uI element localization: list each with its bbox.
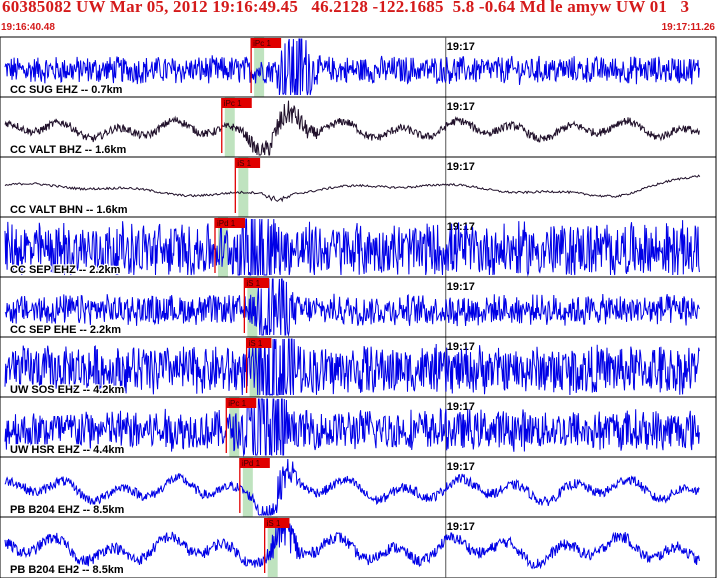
pick-label: iPc 1 xyxy=(228,399,246,408)
minute-tick-label: 19:17 xyxy=(447,41,475,53)
window-start-time: 19:16:40.48 xyxy=(1,22,55,33)
minute-tick-label: 19:17 xyxy=(447,341,475,353)
waveform-trace xyxy=(4,518,700,570)
minute-tick-label: 19:17 xyxy=(447,281,475,293)
channel-label: PB B204 EH2 -- 8.5km xyxy=(10,564,124,576)
pick-label: iS 1 xyxy=(246,279,260,288)
channel-label: CC VALT BHZ -- 1.6km xyxy=(10,144,127,156)
channel-label: UW SOS EHZ -- 4.2km xyxy=(10,384,125,396)
channel-label: UW HSR EHZ -- 4.4km xyxy=(10,444,125,456)
traces xyxy=(4,38,701,570)
pick-label: iPd 1 xyxy=(217,219,236,228)
channel-label: CC VALT BHN -- 1.6km xyxy=(10,204,128,216)
seismogram-plot: 19:17 19:17 19:17 19:17 19:17 19:17 19:17 19:17… xyxy=(0,36,717,578)
channel-label: CC SEP EHZ -- 2.2km xyxy=(10,264,121,276)
pick-label: iS 1 xyxy=(249,339,263,348)
channel-label: CC SEP EHE -- 2.2km xyxy=(10,324,121,336)
channel-label: CC SUG EHZ -- 0.7km xyxy=(10,84,123,96)
minute-tick-label: 19:17 xyxy=(447,461,475,473)
pick-label: iS 1 xyxy=(237,159,251,168)
event-header-title: 60385082 UW Mar 05, 2012 19:16:49.45 46.… xyxy=(2,0,690,16)
pick-label: iPd 1 xyxy=(242,459,261,468)
pick-label: iPc 1 xyxy=(224,99,242,108)
pick-label: iPc 1 xyxy=(253,39,271,48)
minute-tick-label: 19:17 xyxy=(447,161,475,173)
minute-tick-label: 19:17 xyxy=(447,401,475,413)
window-end-time: 19:17:11.26 xyxy=(661,22,715,33)
pick-label: iS 1 xyxy=(267,519,281,528)
channel-label: PB B204 EHZ -- 8.5km xyxy=(10,504,125,516)
minute-tick-label: 19:17 xyxy=(447,521,475,533)
minute-tick-label: 19:17 xyxy=(447,101,475,113)
waveform-trace xyxy=(4,174,701,203)
